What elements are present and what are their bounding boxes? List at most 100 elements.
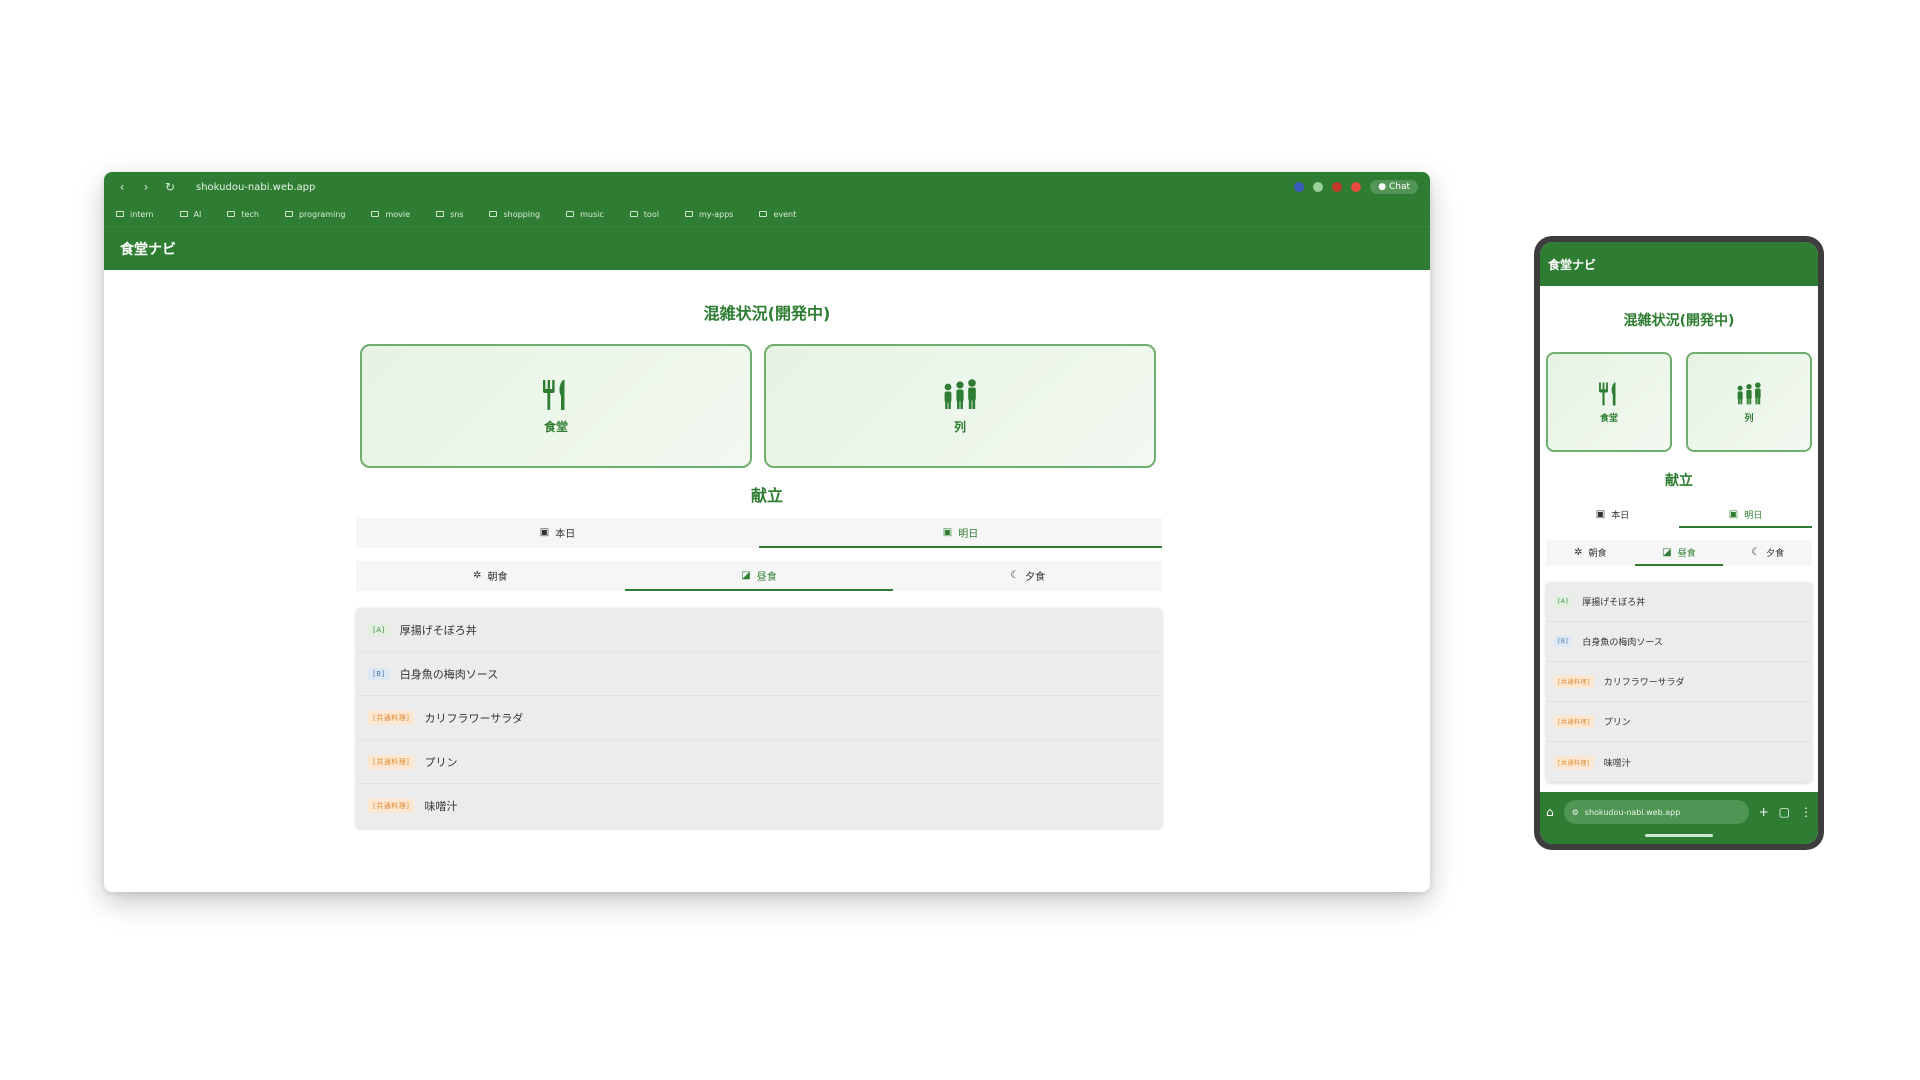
reload-icon[interactable]: ↻: [164, 180, 176, 194]
extension-icon[interactable]: [1332, 182, 1343, 192]
bookmark-folder[interactable]: event: [759, 210, 796, 219]
mobile-browser-row: ⌂ ⚙ shokudou-nabi.web.app + ▢ ⋮: [1540, 792, 1818, 832]
tab-label: 本日: [1611, 510, 1630, 521]
calendar-icon: ▣: [942, 526, 953, 538]
tab-label: 昼食: [1677, 548, 1696, 559]
extension-icon[interactable]: [1294, 182, 1305, 192]
tab-dinner[interactable]: ☾ 夕食: [1723, 540, 1812, 566]
tab-lunch[interactable]: ◪ 昼食: [1634, 540, 1724, 566]
tabs-icon[interactable]: ▢: [1779, 805, 1790, 819]
back-icon[interactable]: ‹: [116, 180, 128, 194]
bookmark-folder[interactable]: shopping: [489, 210, 540, 219]
app-title: 食堂ナビ: [1540, 242, 1818, 286]
lunch-icon: ◪: [1662, 546, 1672, 558]
home-icon[interactable]: ⌂: [1546, 805, 1554, 819]
queue-card[interactable]: 列: [1686, 352, 1812, 452]
extension-icon[interactable]: [1313, 182, 1324, 192]
bookmark-folder[interactable]: sns: [436, 210, 463, 219]
tab-label: 本日: [555, 528, 576, 540]
tab-tomorrow[interactable]: ▣ 明日: [1679, 502, 1812, 528]
folder-icon: [489, 211, 498, 217]
bookmark-label: programing: [298, 209, 346, 219]
calendar-icon: ▣: [1595, 508, 1606, 520]
tab-today[interactable]: ▣ 本日: [356, 518, 759, 548]
tab-lunch[interactable]: ◪ 昼食: [624, 561, 894, 591]
queue-card[interactable]: 列: [764, 344, 1156, 468]
new-tab-icon[interactable]: +: [1759, 805, 1769, 819]
congestion-title: 混雑状況(開発中): [1623, 313, 1735, 329]
queue-label: 列: [1744, 413, 1754, 424]
cafeteria-card[interactable]: 食堂: [360, 344, 752, 468]
chat-icon: ●: [1378, 182, 1387, 192]
phone-screen: 食堂ナビ 混雑状況(開発中) 食堂 列 献立 ▣ 本日 ▣ 明日 ✲ 朝食 ◪ …: [1540, 242, 1818, 844]
people-queue-icon: [944, 378, 976, 409]
tab-breakfast[interactable]: ✲ 朝食: [356, 561, 625, 591]
tab-today[interactable]: ▣ 本日: [1546, 502, 1679, 528]
bookmark-label: event: [773, 209, 797, 219]
menu-tag: [共通料理]: [1554, 675, 1594, 688]
menu-list: [A] 厚揚げそぼろ丼 [B] 白身魚の梅肉ソース [共通料理] カリフラワーサラダ …: [1546, 582, 1812, 782]
forward-icon[interactable]: ›: [140, 180, 152, 194]
tab-label: 明日: [958, 528, 979, 540]
menu-name: カリフラワーサラダ: [424, 711, 524, 725]
sun-icon: ✲: [473, 569, 482, 581]
folder-icon: [371, 211, 380, 217]
tab-label: 昼食: [756, 571, 777, 583]
bookmark-label: sns: [450, 209, 464, 219]
site-settings-icon[interactable]: ⚙: [1572, 808, 1579, 817]
day-tabs: ▣ 本日 ▣ 明日: [1546, 502, 1812, 528]
bookmark-label: music: [580, 209, 604, 219]
bookmark-folder[interactable]: music: [566, 210, 604, 219]
bookmark-label: movie: [385, 209, 411, 219]
list-item: [A] 厚揚げそぼろ丼: [1546, 582, 1812, 622]
lunch-icon: ◪: [741, 569, 751, 581]
menu-name: カリフラワーサラダ: [1603, 678, 1685, 688]
mobile-address-bar[interactable]: ⚙ shokudou-nabi.web.app: [1563, 800, 1749, 824]
chat-button[interactable]: ● Chat: [1370, 180, 1418, 194]
menu-name: 厚揚げそぼろ丼: [399, 623, 477, 637]
menu-tag: [共通料理]: [1554, 755, 1594, 769]
address-bar[interactable]: shokudou-nabi.web.app: [196, 182, 315, 193]
bookmark-folder[interactable]: AI: [179, 210, 201, 219]
phone-mockup: 食堂ナビ 混雑状況(開発中) 食堂 列 献立 ▣ 本日 ▣ 明日 ✲ 朝食 ◪ …: [1534, 236, 1824, 850]
more-menu-icon[interactable]: ⋮: [1800, 805, 1812, 819]
calendar-icon: ▣: [1728, 508, 1739, 520]
tab-label: 朝食: [487, 571, 508, 583]
menu-tag: [共通料理]: [368, 799, 415, 813]
bookmark-folder[interactable]: tool: [629, 209, 659, 219]
utensils-icon: [1599, 382, 1616, 405]
cafeteria-label: 食堂: [543, 419, 568, 434]
people-queue-icon: [1737, 381, 1761, 404]
folder-icon: [759, 211, 768, 217]
moon-icon: ☾: [1010, 569, 1020, 581]
calendar-icon: ▣: [539, 526, 550, 538]
list-item: [B] 白身魚の梅肉ソース: [1546, 622, 1812, 662]
bookmark-folder[interactable]: movie: [371, 210, 410, 219]
chat-label: Chat: [1388, 182, 1410, 192]
desktop-browser-window: ‹ › ↻ shokudou-nabi.web.app ● Chat inter…: [104, 172, 1430, 892]
list-item: [共通料理] プリン: [356, 740, 1162, 784]
folder-icon: [629, 211, 638, 217]
bookmark-folder[interactable]: programing: [284, 209, 346, 219]
menu-tag: [共通料理]: [368, 754, 415, 769]
bookmark-folder[interactable]: tech: [227, 210, 259, 219]
cafeteria-card[interactable]: 食堂: [1546, 352, 1672, 452]
list-item: [共通料理] カリフラワーサラダ: [356, 696, 1162, 740]
bookmark-folder[interactable]: intern: [116, 210, 154, 219]
bookmark-folder[interactable]: my-apps: [684, 210, 733, 219]
bookmark-label: tool: [643, 209, 659, 219]
tab-dinner[interactable]: ☾ 夕食: [893, 561, 1162, 591]
extensions-area: ● Chat: [1294, 180, 1418, 194]
tab-breakfast[interactable]: ✲ 朝食: [1546, 540, 1635, 566]
tab-label: 朝食: [1588, 548, 1607, 559]
tab-tomorrow[interactable]: ▣ 明日: [759, 518, 1162, 548]
list-item: [共通料理] 味噌汁: [356, 784, 1162, 828]
bookmark-label: intern: [130, 209, 154, 219]
folder-icon: [566, 211, 575, 217]
menu-name: 厚揚げそぼろ丼: [1582, 598, 1646, 608]
extension-icon[interactable]: [1351, 182, 1362, 192]
app-title: 食堂ナビ: [104, 226, 1430, 270]
browser-nav-row: ‹ › ↻ shokudou-nabi.web.app ● Chat: [104, 172, 1430, 202]
menu-name: プリン: [424, 755, 458, 769]
menu-tag: [B]: [1554, 636, 1573, 647]
